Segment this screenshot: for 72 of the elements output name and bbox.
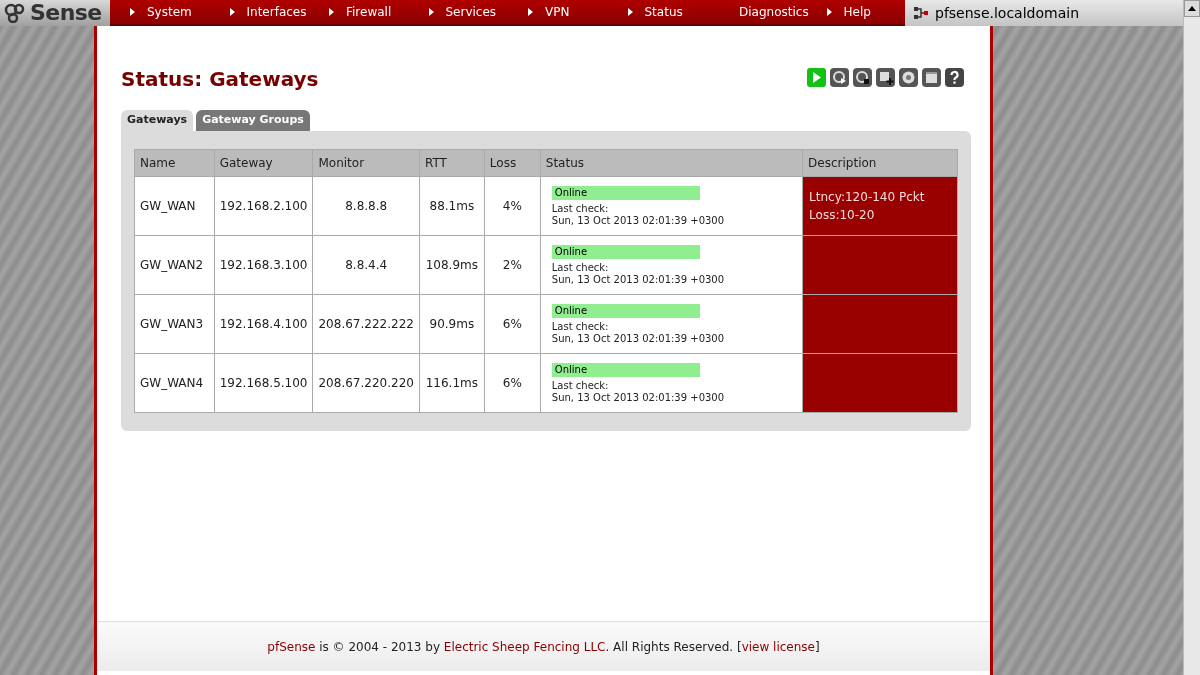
last-check-label: Last check:	[551, 379, 610, 392]
column-header: Status	[540, 149, 803, 177]
nav-menu-item[interactable]: Firewall	[346, 3, 392, 21]
table-cell: 6%	[484, 353, 541, 413]
caret-icon	[329, 8, 334, 16]
network-icon	[913, 5, 929, 21]
table-cell: GW_WAN2	[134, 235, 215, 295]
last-check-label: Last check:	[551, 261, 610, 274]
tab[interactable]: Gateways	[121, 110, 194, 131]
page-title: Status: Gateways	[121, 66, 319, 93]
footer-link[interactable]: view license	[741, 639, 815, 654]
last-check-time: Sun, 13 Oct 2013 02:01:39 +0300	[551, 214, 726, 227]
help-icon[interactable]	[945, 68, 964, 87]
column-header: Monitor	[313, 149, 420, 177]
description-cell: Ltncy:120-140 Pckt Loss:10-20	[802, 176, 958, 236]
table-cell: 4%	[484, 176, 541, 236]
nav-menu-item[interactable]: Help	[843, 3, 871, 21]
nav-menu-item[interactable]: VPN	[545, 3, 570, 21]
table-cell: GW_WAN	[134, 176, 215, 236]
hostname: pfsense.localdomain	[935, 3, 1079, 23]
table-cell: 192.168.5.100	[214, 353, 313, 413]
table-cell: 192.168.2.100	[214, 176, 313, 236]
caret-icon	[229, 8, 235, 16]
status-badge: Online	[551, 185, 700, 200]
table-cell: 192.168.3.100	[214, 235, 313, 295]
column-header: Description	[802, 149, 958, 177]
add-icon[interactable]	[876, 68, 895, 87]
copyright-text: pfSense is © 2004 - 2013 by Electric Sheep Fencing LLC. All Rights Reserved. [view license]	[267, 638, 820, 656]
stop-icon[interactable]	[853, 68, 872, 87]
table-cell: 116.1ms	[419, 353, 485, 413]
column-header: Gateway	[214, 149, 313, 177]
nav-menu-item[interactable]: System	[147, 3, 192, 21]
last-check-label: Last check:	[551, 320, 610, 333]
column-header: Loss	[484, 149, 541, 177]
table-cell: GW_WAN3	[134, 294, 215, 354]
table-cell: 208.67.220.220	[313, 353, 420, 413]
nav-menu-item[interactable]: Status	[644, 3, 683, 21]
table-cell: 192.168.4.100	[214, 294, 313, 354]
table-cell: 88.1ms	[419, 176, 485, 236]
last-check-label: Last check:	[551, 202, 610, 215]
caret-icon	[428, 8, 434, 16]
scrollbar[interactable]	[1183, 0, 1200, 675]
status-badge: Online	[551, 244, 700, 259]
table-cell: 6%	[484, 294, 541, 354]
last-check-time: Sun, 13 Oct 2013 02:01:39 +0300	[551, 391, 726, 404]
caret-icon	[528, 8, 533, 16]
status-badge: Online	[551, 303, 700, 318]
table-cell: GW_WAN4	[134, 353, 215, 413]
scroll-up-icon[interactable]	[1188, 6, 1196, 11]
restart-icon[interactable]	[830, 68, 849, 87]
table-cell: 90.9ms	[419, 294, 485, 354]
footer-link[interactable]: pfSense	[267, 639, 316, 654]
table-cell: 2%	[484, 235, 541, 295]
logo-text: Sense	[30, 2, 102, 24]
tab[interactable]: Gateway Groups	[196, 110, 310, 131]
table-cell: 8.8.4.4	[313, 235, 420, 295]
column-header: RTT	[419, 149, 485, 177]
window-icon[interactable]	[922, 68, 941, 87]
column-header: Name	[134, 149, 215, 177]
nav-menu-item[interactable]: Diagnostics	[739, 3, 809, 21]
table-cell: 208.67.222.222	[313, 294, 420, 354]
caret-icon	[130, 8, 135, 16]
caret-icon	[627, 8, 633, 16]
last-check-time: Sun, 13 Oct 2013 02:01:39 +0300	[551, 273, 726, 286]
table-cell: 8.8.8.8	[313, 176, 420, 236]
caret-icon	[826, 8, 832, 16]
nav-menu-item[interactable]: Interfaces	[246, 3, 307, 21]
disc-icon[interactable]	[899, 68, 918, 87]
status-badge: Online	[551, 362, 700, 377]
table-cell: 108.9ms	[419, 235, 485, 295]
nav-menu-item[interactable]: Services	[445, 3, 497, 21]
last-check-time: Sun, 13 Oct 2013 02:01:39 +0300	[551, 332, 726, 345]
